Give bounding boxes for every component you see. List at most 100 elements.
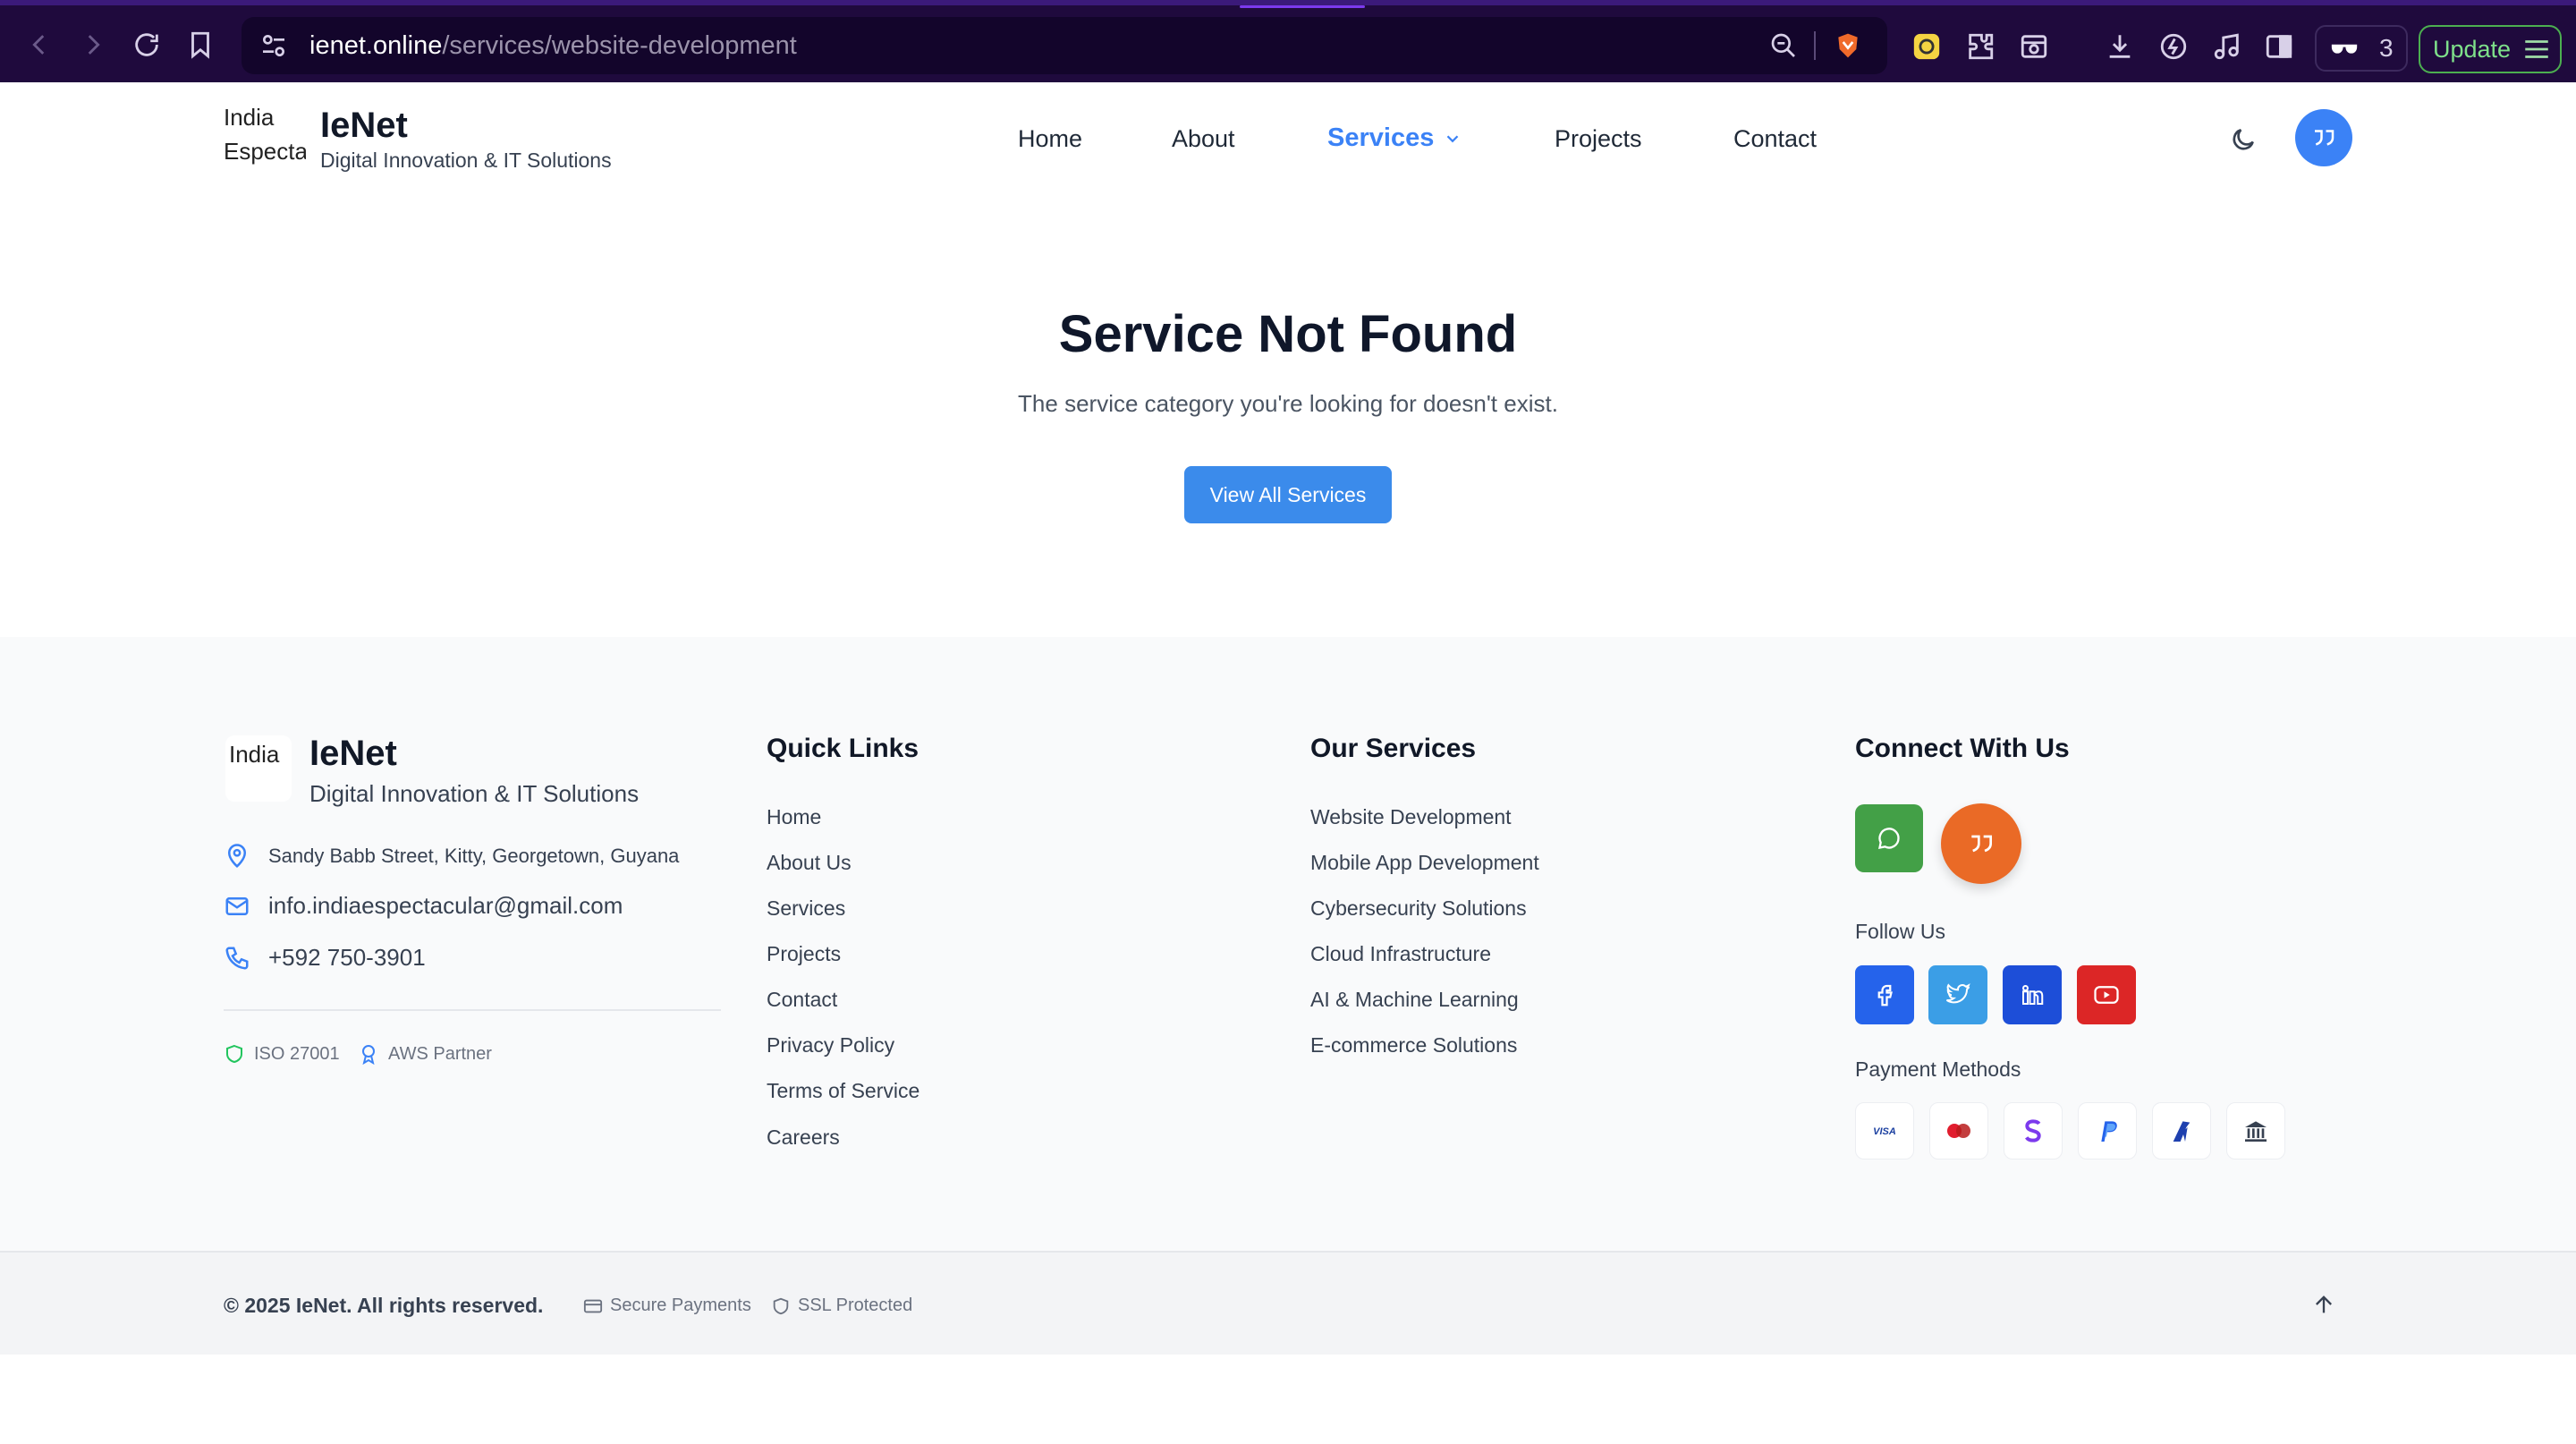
email-row[interactable]: info.indiaespectacular@gmail.com (224, 892, 623, 920)
browser-toolbar: ienet.online/services/website-developmen… (0, 0, 2576, 82)
url-text: ienet.online/services/website-developmen… (309, 31, 797, 61)
extension-icon[interactable] (1911, 30, 1943, 63)
payment-methods-label: Payment Methods (1855, 1058, 2021, 1081)
service-link-ecommerce[interactable]: E-commerce Solutions (1310, 1033, 1517, 1058)
service-link-ai[interactable]: AI & Machine Learning (1310, 988, 1519, 1012)
footer-tagline: Digital Innovation & IT Solutions (309, 780, 640, 807)
facebook-button[interactable] (1855, 965, 1914, 1024)
cert-iso-label: ISO 27001 (254, 1043, 340, 1064)
forward-icon[interactable] (75, 27, 111, 63)
quick-link-services[interactable]: Services (767, 896, 845, 921)
quote-avatar-button[interactable] (2295, 109, 2352, 166)
quick-link-projects[interactable]: Projects (767, 942, 841, 966)
email-link[interactable]: info.indiaespectacular@gmail.com (268, 892, 623, 920)
connect-title: Connect With Us (1855, 734, 2070, 763)
screenshot-icon[interactable] (2018, 30, 2050, 63)
url-path: /services/website-development (442, 31, 797, 60)
nav-services[interactable]: Services (1327, 123, 1462, 153)
address-row: Sandy Babb Street, Kitty, Georgetown, Gu… (224, 843, 679, 870)
youtube-icon (2094, 986, 2119, 1004)
follow-us-label: Follow Us (1855, 920, 1945, 943)
mail-icon (225, 896, 249, 915)
quick-link-terms[interactable]: Terms of Service (767, 1079, 919, 1103)
address-text: Sandy Babb Street, Kitty, Georgetown, Gu… (268, 845, 680, 867)
nav-contact[interactable]: Contact (1733, 125, 1817, 153)
twitter-button[interactable] (1928, 965, 1987, 1024)
service-link-web[interactable]: Website Development (1310, 805, 1512, 829)
chevron-down-icon (1447, 134, 1459, 142)
cert-iso: ISO 27001 (224, 1043, 340, 1065)
private-icon (2331, 44, 2358, 54)
svg-text:VISA: VISA (1873, 1126, 1896, 1137)
brave-shield-icon[interactable] (1834, 31, 1862, 60)
service-link-mobile[interactable]: Mobile App Development (1310, 851, 1539, 875)
tab-indicator (1240, 5, 1365, 8)
menu-icon (2525, 40, 2548, 58)
footer: India IeNet Digital Innovation & IT Solu… (0, 637, 2576, 1251)
private-tabs-pill[interactable]: 3 (2315, 25, 2408, 72)
secure-payments-badge: Secure Payments (583, 1295, 751, 1316)
phone-icon (225, 947, 249, 970)
shield-icon (773, 1297, 789, 1314)
award-icon (362, 1045, 375, 1065)
credit-card-icon (583, 1299, 603, 1312)
shield-icon (226, 1044, 242, 1064)
ssl-label: SSL Protected (798, 1295, 913, 1315)
copyright-text: © 2025 IeNet. All rights reserved. (224, 1294, 544, 1317)
nav-home[interactable]: Home (1018, 125, 1082, 153)
cert-aws-label: AWS Partner (388, 1043, 492, 1064)
youtube-button[interactable] (2077, 965, 2136, 1024)
logo-image[interactable]: India Espectacular (224, 100, 306, 172)
quick-link-careers[interactable]: Careers (767, 1125, 840, 1150)
view-all-services-button[interactable]: View All Services (1184, 466, 1392, 523)
quick-link-contact[interactable]: Contact (767, 988, 837, 1012)
quick-link-home[interactable]: Home (767, 805, 821, 829)
razorpay-icon (2173, 1121, 2190, 1142)
reload-icon[interactable] (129, 27, 165, 63)
update-button[interactable]: Update (2419, 25, 2562, 73)
footer-divider (224, 1009, 721, 1011)
twitter-icon (1945, 983, 1970, 1004)
nav-projects[interactable]: Projects (1555, 125, 1642, 153)
quick-link-about[interactable]: About Us (767, 851, 852, 875)
music-icon[interactable] (2211, 30, 2243, 63)
payment-bank (2226, 1102, 2285, 1159)
page-subtitle: The service category you're looking for … (1018, 390, 1558, 417)
back-icon[interactable] (21, 27, 57, 63)
bookmark-icon[interactable] (182, 27, 218, 63)
nav-about[interactable]: About (1172, 125, 1235, 153)
service-link-security[interactable]: Cybersecurity Solutions (1310, 896, 1527, 921)
payment-paypal (2078, 1102, 2137, 1159)
linkedin-button[interactable] (2003, 965, 2062, 1024)
footer-brand-name: IeNet (309, 734, 397, 773)
update-label: Update (2433, 35, 2512, 63)
brand-name[interactable]: IeNet (320, 106, 408, 146)
payment-mastercard (1929, 1102, 1988, 1159)
payment-visa: VISA (1855, 1102, 1914, 1159)
payment-skrill (2004, 1102, 2063, 1159)
cert-aws: AWS Partner (358, 1043, 492, 1065)
mastercard-icon (1947, 1124, 1970, 1138)
phone-row[interactable]: +592 750-3901 (224, 944, 426, 972)
quick-link-privacy[interactable]: Privacy Policy (767, 1033, 894, 1058)
payment-razorpay (2152, 1102, 2211, 1159)
services-title: Our Services (1310, 734, 1477, 763)
download-icon[interactable] (2104, 30, 2136, 63)
service-link-cloud[interactable]: Cloud Infrastructure (1310, 942, 1491, 966)
puzzle-icon[interactable] (1964, 30, 1996, 63)
zoom-icon[interactable] (1769, 31, 1798, 60)
address-bar[interactable]: ienet.online/services/website-developmen… (242, 17, 1887, 74)
floating-quote-button[interactable] (1941, 803, 2021, 884)
leo-icon[interactable] (2157, 30, 2190, 63)
site-settings-icon[interactable] (259, 31, 288, 60)
arrow-up-icon[interactable] (2311, 1292, 2336, 1317)
sidebar-icon[interactable] (2263, 30, 2295, 63)
brand-tagline: Digital Innovation & IT Solutions (320, 149, 612, 172)
url-domain: ienet.online (309, 31, 443, 60)
moon-icon[interactable] (2229, 125, 2258, 154)
paypal-icon (2101, 1121, 2117, 1142)
skrill-icon (2025, 1119, 2041, 1142)
url-divider (1814, 31, 1816, 60)
chat-button[interactable] (1855, 804, 1923, 872)
phone-link[interactable]: +592 750-3901 (268, 944, 426, 972)
